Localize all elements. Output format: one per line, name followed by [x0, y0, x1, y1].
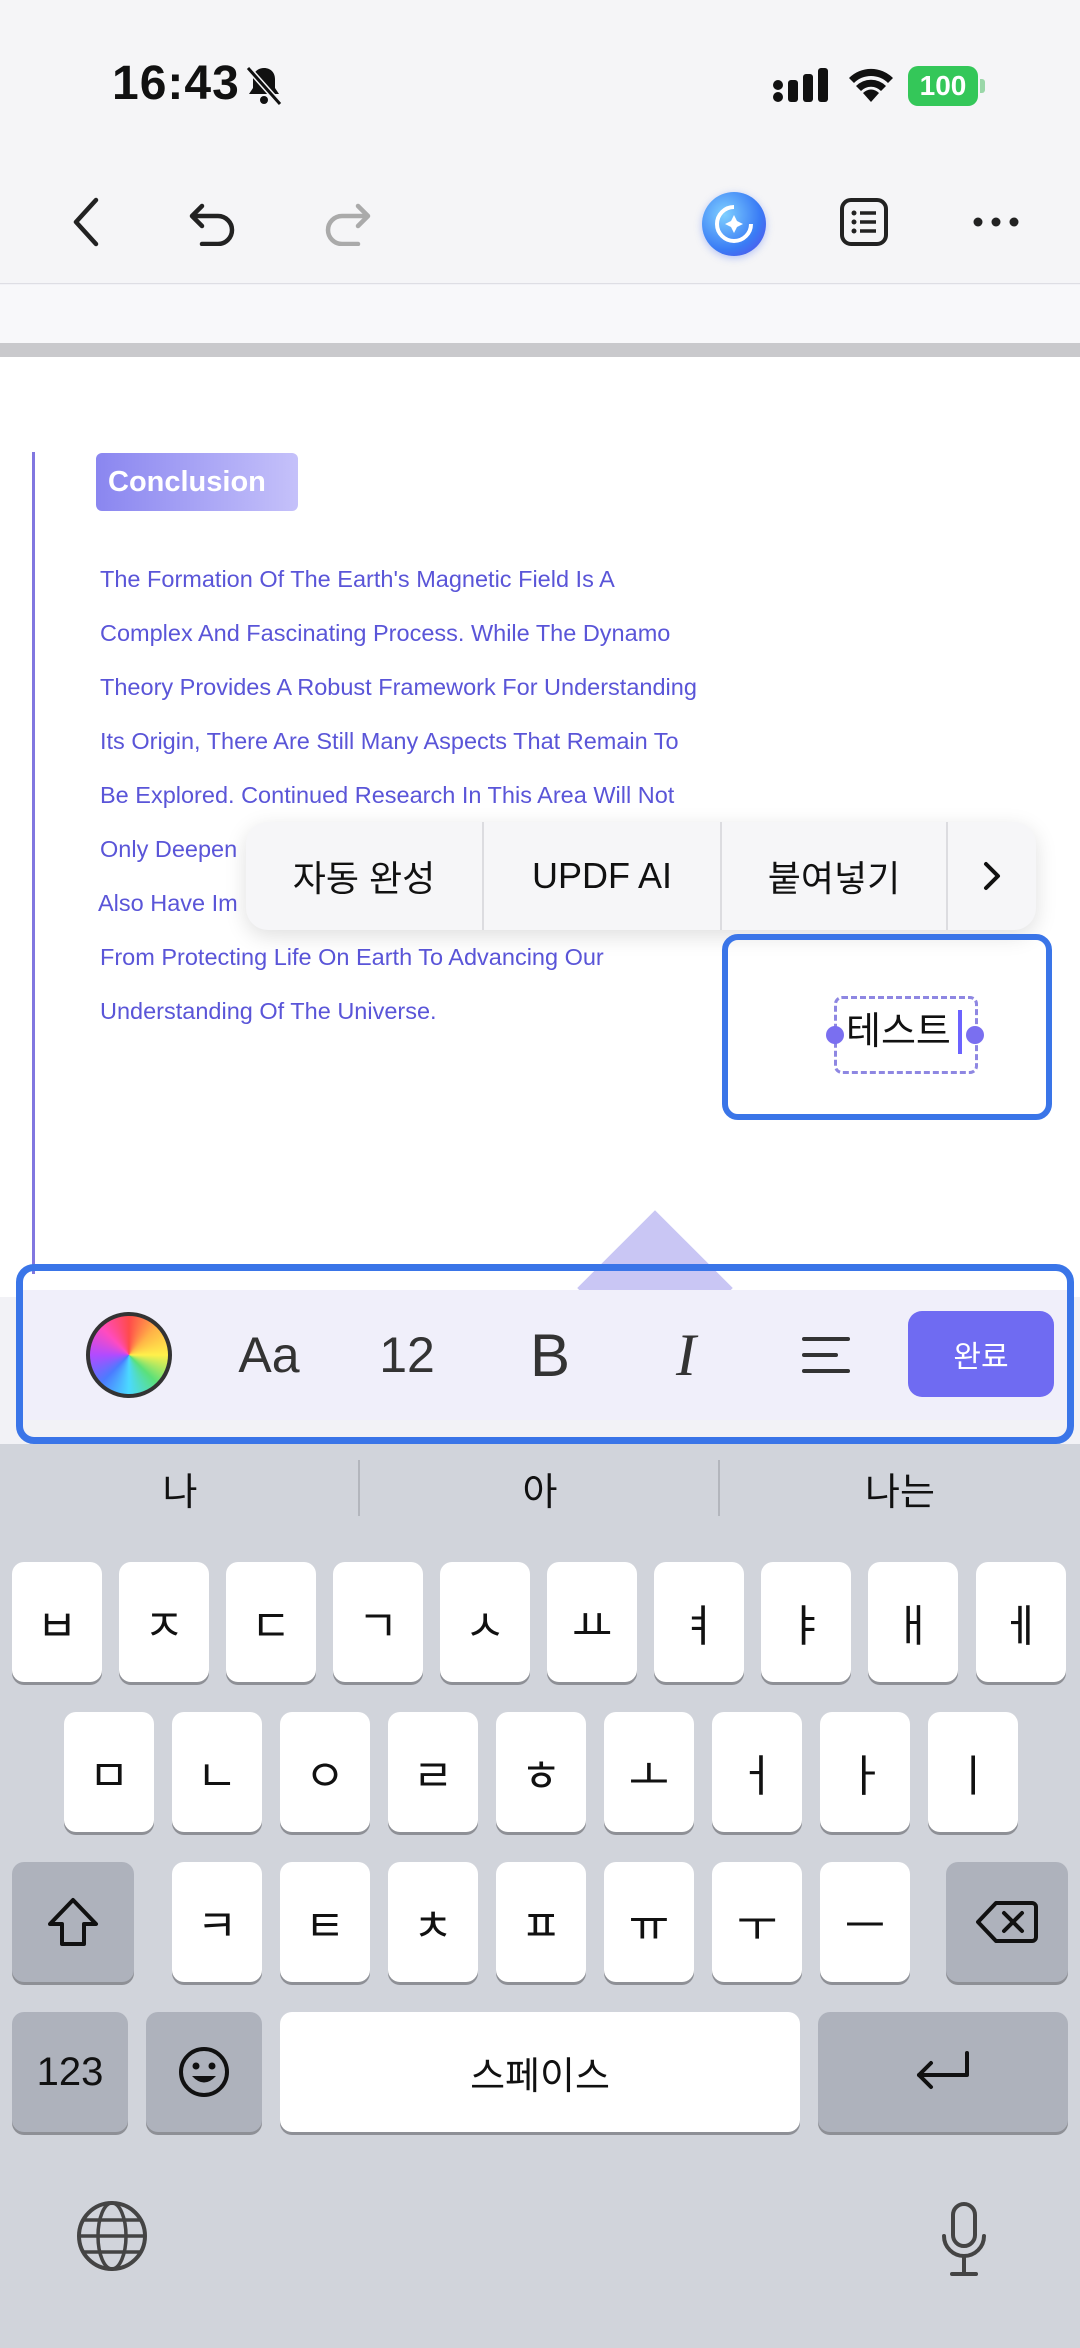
paragraph-line: Be Explored. Continued Research In This …	[100, 782, 675, 808]
key[interactable]: ㅋ	[172, 1862, 262, 1982]
redo-icon	[325, 203, 371, 246]
page-separator	[0, 343, 1080, 357]
section-accent-line	[32, 452, 35, 1274]
more-icon	[973, 217, 1019, 227]
paragraph-line: Complex And Fascinating Process. While T…	[100, 620, 671, 646]
color-picker-button[interactable]	[86, 1312, 172, 1398]
text-cursor	[958, 1010, 962, 1054]
microphone-icon	[942, 2202, 986, 2276]
paragraph-line: Understanding Of The Universe.	[100, 998, 437, 1024]
paragraph-line: The Formation Of The Earth's Magnetic Fi…	[100, 566, 615, 592]
ai-assistant-icon	[715, 205, 753, 243]
key[interactable]: ㅔ	[976, 1562, 1066, 1682]
resize-handle-right[interactable]	[966, 1026, 984, 1044]
silent-bell-icon	[245, 66, 283, 106]
wifi-icon	[849, 68, 893, 102]
key[interactable]: ㅐ	[868, 1562, 958, 1682]
menu-item-paste[interactable]: 붙여넣기	[722, 822, 948, 930]
chevron-left-icon	[73, 197, 99, 247]
globe-button[interactable]	[72, 2196, 152, 2276]
font-button[interactable]: Aa	[226, 1312, 312, 1398]
suggestion-item[interactable]: 나	[0, 1444, 360, 1532]
status-time: 16:43	[112, 57, 240, 110]
font-size-button[interactable]: 12	[362, 1312, 452, 1398]
return-key[interactable]	[818, 2012, 1068, 2132]
microphone-button[interactable]	[924, 2196, 1004, 2284]
globe-icon	[77, 2201, 147, 2271]
key[interactable]: ㅏ	[820, 1712, 910, 1832]
more-button[interactable]	[964, 190, 1028, 254]
return-icon	[917, 2051, 969, 2089]
key[interactable]: ㅅ	[440, 1562, 530, 1682]
backspace-icon	[976, 1901, 1038, 1943]
bold-button[interactable]: B	[510, 1312, 590, 1398]
undo-icon	[189, 203, 235, 246]
paragraph-line: From Protecting Life On Earth To Advanci…	[100, 944, 604, 970]
numbers-key[interactable]: 123	[12, 2012, 128, 2132]
back-button[interactable]	[54, 190, 118, 254]
redo-button[interactable]	[314, 190, 378, 254]
battery-icon: 100	[908, 66, 986, 106]
ai-assistant-button[interactable]	[702, 192, 766, 256]
menu-item-updf-ai[interactable]: UPDF AI	[484, 822, 722, 930]
key[interactable]: ㅎ	[496, 1712, 586, 1832]
key[interactable]: ㅡ	[820, 1862, 910, 1982]
suggestion-item[interactable]: 아	[360, 1444, 720, 1532]
previous-page-bottom	[0, 285, 1080, 343]
key[interactable]: ㅓ	[712, 1712, 802, 1832]
paragraph-line: Its Origin, There Are Still Many Aspects…	[100, 728, 679, 754]
key[interactable]: ㅗ	[604, 1712, 694, 1832]
key[interactable]: ㅂ	[12, 1562, 102, 1682]
battery-level: 100	[908, 66, 978, 106]
emoji-key[interactable]	[146, 2012, 262, 2132]
cellular-signal-icon	[773, 68, 828, 102]
italic-button[interactable]: I	[650, 1312, 722, 1398]
status-bar: 16:43 100	[0, 0, 1080, 160]
key[interactable]: ㅍ	[496, 1862, 586, 1982]
chevron-right-icon	[984, 862, 1000, 890]
menu-more-button[interactable]	[948, 822, 1036, 930]
key[interactable]: ㅊ	[388, 1862, 478, 1982]
shift-icon	[48, 1898, 98, 1946]
undo-button[interactable]	[182, 190, 246, 254]
key[interactable]: ㅁ	[64, 1712, 154, 1832]
keyboard: 나 아 나는 ㅂ ㅈ ㄷ ㄱ ㅅ ㅛ ㅕ ㅑ ㅐ ㅔ ㅁ ㄴ ㅇ ㄹ ㅎ ㅗ ㅓ…	[0, 1444, 1080, 2348]
suggestion-item[interactable]: 나는	[720, 1444, 1080, 1532]
context-menu: 자동 완성 UPDF AI 붙여넣기	[246, 822, 1036, 930]
key[interactable]: ㅛ	[547, 1562, 637, 1682]
emoji-icon	[179, 2047, 229, 2097]
key[interactable]: ㅌ	[280, 1862, 370, 1982]
key[interactable]: ㅑ	[761, 1562, 851, 1682]
menu-item-autocomplete[interactable]: 자동 완성	[246, 822, 484, 930]
align-button[interactable]	[790, 1312, 862, 1398]
key[interactable]: ㅠ	[604, 1862, 694, 1982]
key[interactable]: ㄷ	[226, 1562, 316, 1682]
key[interactable]: ㅈ	[119, 1562, 209, 1682]
key[interactable]: ㅕ	[654, 1562, 744, 1682]
text-box-value[interactable]: 테스트	[846, 1000, 951, 1055]
paragraph-line: Theory Provides A Robust Framework For U…	[100, 674, 697, 700]
key[interactable]: ㅇ	[280, 1712, 370, 1832]
resize-handle-left[interactable]	[826, 1026, 844, 1044]
section-heading: Conclusion	[96, 453, 298, 511]
outline-button[interactable]	[832, 190, 896, 254]
align-left-icon	[802, 1337, 850, 1373]
shift-key[interactable]	[12, 1862, 134, 1982]
app-toolbar	[0, 160, 1080, 284]
key[interactable]: ㄱ	[333, 1562, 423, 1682]
list-icon	[840, 198, 888, 246]
key[interactable]: ㅜ	[712, 1862, 802, 1982]
key[interactable]: ㅣ	[928, 1712, 1018, 1832]
key[interactable]: ㄴ	[172, 1712, 262, 1832]
backspace-key[interactable]	[946, 1862, 1068, 1982]
done-button[interactable]: 완료	[908, 1311, 1054, 1397]
space-key[interactable]: 스페이스	[280, 2012, 800, 2132]
key[interactable]: ㄹ	[388, 1712, 478, 1832]
